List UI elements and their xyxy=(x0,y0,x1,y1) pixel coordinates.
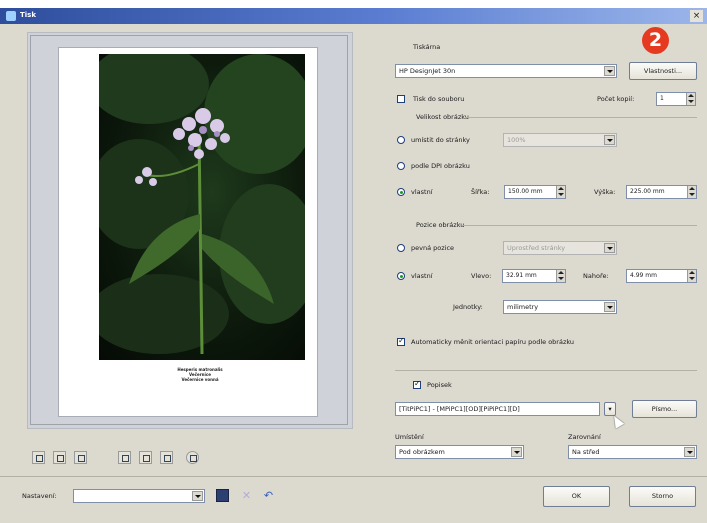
units-select[interactable]: milimetry xyxy=(503,300,617,314)
chevron-down-icon xyxy=(684,447,695,457)
fit-page-radio[interactable] xyxy=(397,136,405,144)
undo-icon[interactable]: ↶ xyxy=(262,489,275,502)
chevron-down-icon xyxy=(604,66,615,76)
left-spinner[interactable]: 32.91 mm xyxy=(502,269,566,283)
align-bottom-icon[interactable] xyxy=(160,451,173,464)
cancel-button[interactable]: Storno xyxy=(629,486,696,507)
mouse-cursor-icon xyxy=(609,413,625,429)
section-divider xyxy=(395,370,697,371)
presets-label: Nastavení: xyxy=(22,492,57,500)
image-size-section-label: Velikost obrázku xyxy=(416,113,469,121)
top-spinner[interactable]: 4.99 mm xyxy=(626,269,697,283)
custom-size-label: vlastní xyxy=(411,188,433,196)
save-preset-icon[interactable] xyxy=(216,489,229,502)
close-icon[interactable]: × xyxy=(690,10,703,22)
caption-label: Popisek xyxy=(427,381,452,389)
window-title: Tisk xyxy=(20,11,36,19)
fixed-position-select: Uprostřed stránky xyxy=(503,241,617,255)
chevron-down-icon xyxy=(604,243,615,253)
top-label: Nahoře: xyxy=(583,272,609,280)
units-label: Jednotky: xyxy=(453,303,483,311)
fixed-position-label: pevná pozice xyxy=(411,244,455,252)
copies-label: Počet kopií: xyxy=(597,95,635,103)
align-top-icon[interactable] xyxy=(118,451,131,464)
alignment-label: Zarovnání xyxy=(568,433,601,441)
width-spinner[interactable]: 150.00 mm xyxy=(504,185,566,199)
font-button[interactable]: Písmo... xyxy=(632,400,697,418)
spinner-arrows-icon[interactable] xyxy=(686,93,695,105)
auto-orientation-label: Automaticky měnit orientaci papíru podle… xyxy=(411,338,575,346)
chevron-down-icon xyxy=(192,491,203,501)
height-spinner[interactable]: 225.00 mm xyxy=(626,185,697,199)
custom-size-radio[interactable] xyxy=(397,188,405,196)
dpi-radio[interactable] xyxy=(397,162,405,170)
step-badge: 2 xyxy=(642,27,669,54)
left-label: Vlevo: xyxy=(471,272,492,280)
align-center-icon[interactable] xyxy=(53,451,66,464)
caption-template-field[interactable]: [TitPiPC1] - [MPiPC1][OD][PiPiPC1][D] xyxy=(395,402,600,416)
caption-checkbox[interactable] xyxy=(413,379,421,389)
print-dialog: Tisk × Hesperis matronalis Večernice Več… xyxy=(0,8,707,523)
spinner-arrows-icon[interactable] xyxy=(687,270,696,282)
print-to-file-label: Tisk do souboru xyxy=(413,95,465,103)
fit-page-label: umístit do stránky xyxy=(411,136,470,144)
caption-token-dropdown[interactable]: ▾ xyxy=(604,402,616,416)
delete-preset-icon[interactable]: ✕ xyxy=(240,489,253,502)
fixed-position-radio[interactable] xyxy=(397,244,405,252)
align-right-icon[interactable] xyxy=(74,451,87,464)
chevron-down-icon xyxy=(511,447,522,457)
placement-label: Umístění xyxy=(395,433,424,441)
section-divider xyxy=(462,225,697,226)
spinner-arrows-icon[interactable] xyxy=(687,186,696,198)
printer-select[interactable]: HP DesignJet 30n xyxy=(395,64,617,78)
print-to-file-checkbox[interactable] xyxy=(397,95,405,103)
presets-select[interactable] xyxy=(73,489,205,503)
spinner-arrows-icon[interactable] xyxy=(556,186,565,198)
printer-properties-button[interactable]: Vlastnosti... xyxy=(629,62,697,80)
caption-line-3: Večernice vonná xyxy=(181,377,219,382)
chevron-down-icon xyxy=(604,302,615,312)
section-divider xyxy=(465,117,697,118)
ok-button[interactable]: OK xyxy=(543,486,610,507)
custom-position-radio[interactable] xyxy=(397,272,405,280)
chevron-down-icon xyxy=(604,135,615,145)
dpi-label: podle DPI obrázku xyxy=(411,162,470,170)
spinner-arrows-icon[interactable] xyxy=(556,270,565,282)
alignment-select[interactable]: Na střed xyxy=(568,445,697,459)
placement-select[interactable]: Pod obrázkem xyxy=(395,445,524,459)
printer-section-label: Tiskárna xyxy=(413,43,441,51)
fit-page-select: 100% xyxy=(503,133,617,147)
custom-position-label: vlastní xyxy=(411,272,433,280)
width-label: Šířka: xyxy=(471,188,490,196)
auto-orientation-checkbox[interactable] xyxy=(397,336,405,346)
align-middle-icon[interactable] xyxy=(139,451,152,464)
copies-spinner[interactable]: 1 xyxy=(656,92,696,106)
height-label: Výška: xyxy=(594,188,616,196)
preview-image[interactable] xyxy=(99,54,305,360)
position-section-label: Pozice obrázku xyxy=(416,221,465,229)
footer-divider xyxy=(0,476,707,477)
app-icon xyxy=(6,11,16,21)
zoom-icon[interactable] xyxy=(186,451,199,464)
title-bar[interactable]: Tisk × xyxy=(0,8,707,24)
align-left-icon[interactable] xyxy=(32,451,45,464)
flower-photo xyxy=(99,54,305,355)
